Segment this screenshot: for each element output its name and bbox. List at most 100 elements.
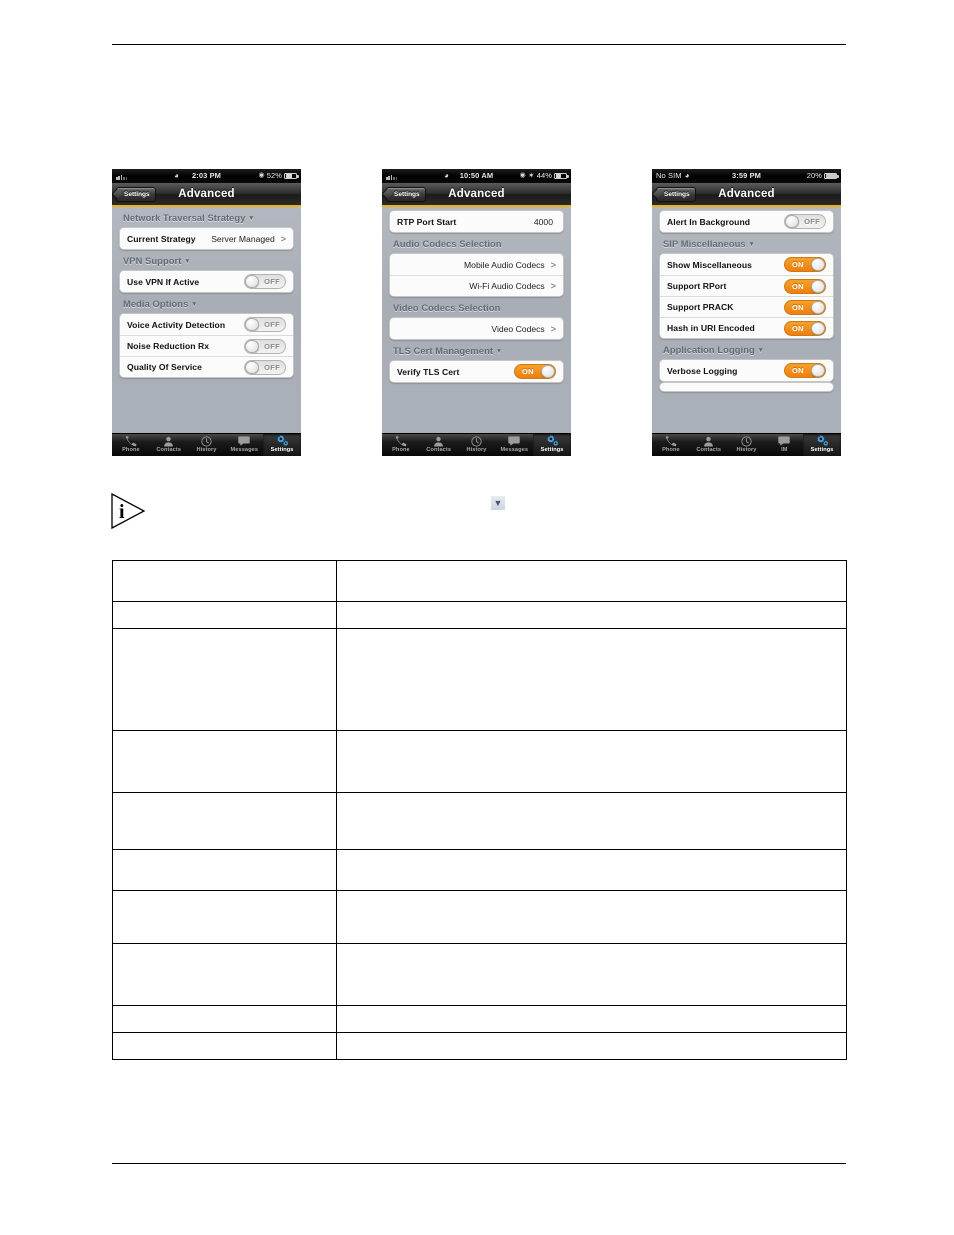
tab-settings[interactable]: Settings	[803, 434, 841, 456]
tab-contacts[interactable]: Contacts	[420, 434, 458, 456]
triangle-down-icon: ▼	[191, 301, 198, 309]
table-cell	[112, 890, 337, 944]
table-row	[112, 628, 847, 731]
phone-icon	[394, 435, 407, 447]
tab-label: History	[466, 446, 487, 453]
tab-label: Contacts	[696, 446, 722, 453]
row-label: Hash in URI Encoded	[667, 323, 755, 333]
tab-phone[interactable]: Phone	[112, 434, 150, 456]
section-header-audio-codecs-selection[interactable]: Audio Codecs Selection	[389, 233, 564, 253]
row-support-rport[interactable]: Support RPort ON	[660, 275, 833, 296]
tab-settings[interactable]: Settings	[263, 434, 301, 456]
tab-label: Messages	[230, 446, 259, 453]
settings-list[interactable]: RTP Port Start 4000 Audio Codecs Selecti…	[382, 207, 571, 436]
toggle-state-label: ON	[522, 367, 534, 376]
toggle-use-vpn-if-active[interactable]: OFF	[244, 274, 286, 289]
tab-im[interactable]: IM	[765, 434, 803, 456]
battery-percent-label: 52%	[266, 171, 282, 180]
toggle-hash-in-uri-encoded[interactable]: ON	[784, 320, 826, 336]
tab-phone[interactable]: Phone	[382, 434, 420, 456]
settings-list[interactable]: Network Traversal Strategy ▼ Current Str…	[112, 207, 301, 436]
tab-contacts[interactable]: Contacts	[690, 434, 728, 456]
toggle-alert-in-background[interactable]: OFF	[784, 214, 826, 229]
settings-group: Voice Activity Detection OFF Noise Reduc…	[119, 313, 294, 378]
row-value: Server Managed	[211, 233, 275, 244]
battery-percent-label: 44%	[536, 171, 552, 180]
toggle-noise-reduction-rx[interactable]: OFF	[244, 338, 286, 354]
row-verify-tls-cert[interactable]: Verify TLS Cert ON	[390, 361, 563, 382]
tab-history[interactable]: History	[728, 434, 766, 456]
settings-group: Show Miscellaneous ON Support RPort ON S…	[659, 253, 834, 339]
row-quality-of-service[interactable]: Quality Of Service OFF	[120, 356, 293, 377]
table-cell	[112, 560, 337, 602]
toggle-knob	[811, 364, 825, 377]
rotation-lock-icon: ◉	[519, 172, 526, 179]
toggle-state-label: ON	[792, 260, 804, 269]
gears-icon	[546, 435, 559, 447]
back-button-settings[interactable]: Settings	[386, 186, 426, 202]
tab-bar[interactable]: Phone Contacts History Messages Settings	[382, 433, 571, 456]
clock-icon	[201, 435, 212, 447]
clock-icon	[471, 435, 482, 447]
section-header-network-traversal-strategy[interactable]: Network Traversal Strategy ▼	[119, 207, 294, 227]
toggle-knob	[811, 279, 825, 293]
table-cell	[112, 849, 337, 891]
back-button-settings[interactable]: Settings	[116, 186, 156, 202]
row-mobile-audio-codecs[interactable]: Mobile Audio Codecs >	[390, 254, 563, 275]
tab-history[interactable]: History	[458, 434, 496, 456]
toggle-verbose-logging[interactable]: ON	[784, 363, 826, 378]
toggle-knob	[811, 321, 825, 335]
table-cell	[336, 792, 847, 850]
row-noise-reduction-rx[interactable]: Noise Reduction Rx OFF	[120, 335, 293, 356]
tab-messages[interactable]: Messages	[495, 434, 533, 456]
row-use-vpn-if-active[interactable]: Use VPN If Active OFF	[120, 271, 293, 292]
section-header-vpn-support[interactable]: VPN Support ▼	[119, 250, 294, 270]
section-header-application-logging[interactable]: Application Logging ▼	[659, 339, 834, 359]
row-rtp-port-start[interactable]: RTP Port Start 4000	[390, 211, 563, 232]
row-voice-activity-detection[interactable]: Voice Activity Detection OFF	[120, 314, 293, 335]
tab-label: Settings	[810, 446, 834, 453]
tab-messages[interactable]: Messages	[225, 434, 263, 456]
tab-bar[interactable]: Phone Contacts History Messages Settings	[112, 433, 301, 456]
row-alert-in-background[interactable]: Alert In Background OFF	[660, 211, 833, 232]
chevron-right-icon: >	[550, 281, 556, 291]
row-label: Verify TLS Cert	[397, 366, 460, 377]
settings-group-partial-top: RTP Port Start 4000	[389, 210, 564, 233]
triangle-down-icon: ▼	[248, 215, 255, 223]
toggle-support-prack[interactable]: ON	[784, 299, 826, 315]
section-header-tls-cert-management[interactable]: TLS Cert Management ▼	[389, 340, 564, 360]
toggle-show-miscellaneous[interactable]: ON	[784, 257, 826, 272]
row-show-miscellaneous[interactable]: Show Miscellaneous ON	[660, 254, 833, 275]
row-support-prack[interactable]: Support PRACK ON	[660, 296, 833, 317]
tab-history[interactable]: History	[188, 434, 226, 456]
back-button-settings[interactable]: Settings	[656, 186, 696, 202]
tab-settings[interactable]: Settings	[533, 434, 571, 456]
tab-contacts[interactable]: Contacts	[150, 434, 188, 456]
battery-charging-icon	[824, 172, 839, 180]
tab-bar[interactable]: Phone Contacts History IM Settings	[652, 433, 841, 456]
toggle-support-rport[interactable]: ON	[784, 278, 826, 294]
row-current-strategy[interactable]: Current Strategy Server Managed >	[120, 228, 293, 249]
row-hash-in-uri-encoded[interactable]: Hash in URI Encoded ON	[660, 317, 833, 338]
status-right-group: ◉ 52%	[258, 169, 299, 183]
toggle-verify-tls-cert[interactable]: ON	[514, 364, 556, 379]
row-label: Use VPN If Active	[127, 276, 200, 287]
tab-phone[interactable]: Phone	[652, 434, 690, 456]
row-video-codecs[interactable]: Video Codecs >	[390, 318, 563, 339]
row-label: Current Strategy	[127, 233, 196, 244]
settings-group: Verify TLS Cert ON	[389, 360, 564, 383]
tab-label: Phone	[662, 446, 680, 453]
section-header-video-codecs-selection[interactable]: Video Codecs Selection	[389, 297, 564, 317]
svg-text:i: i	[119, 501, 125, 523]
toggle-voice-activity-detection[interactable]: OFF	[244, 317, 286, 332]
section-header-sip-miscellaneous[interactable]: SIP Miscellaneous ▼	[659, 233, 834, 253]
row-wifi-audio-codecs[interactable]: Wi-Fi Audio Codecs >	[390, 275, 563, 296]
message-bubble-icon	[778, 435, 791, 447]
row-verbose-logging[interactable]: Verbose Logging ON	[660, 360, 833, 381]
tab-label: History	[196, 446, 217, 453]
footer-rule	[112, 1163, 846, 1164]
toggle-quality-of-service[interactable]: OFF	[244, 359, 286, 375]
section-header-media-options[interactable]: Media Options ▼	[119, 293, 294, 313]
settings-list[interactable]: Alert In Background OFF SIP Miscellaneou…	[652, 207, 841, 436]
toggle-state-label: ON	[792, 281, 804, 291]
